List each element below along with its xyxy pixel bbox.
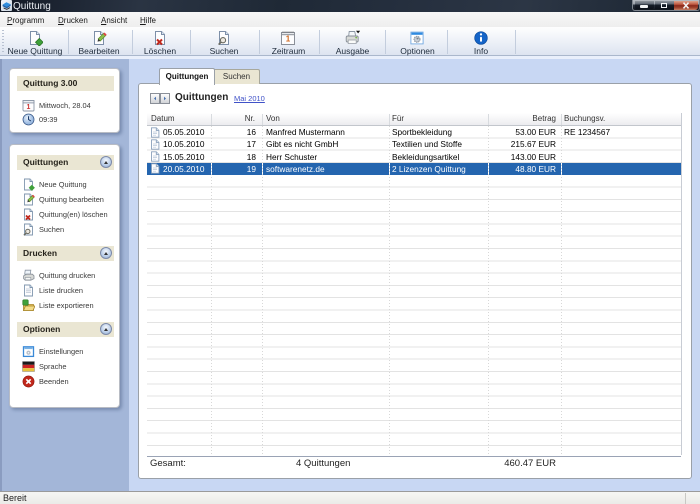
svg-text:1: 1 <box>286 35 291 44</box>
svg-text:1: 1 <box>27 104 31 111</box>
